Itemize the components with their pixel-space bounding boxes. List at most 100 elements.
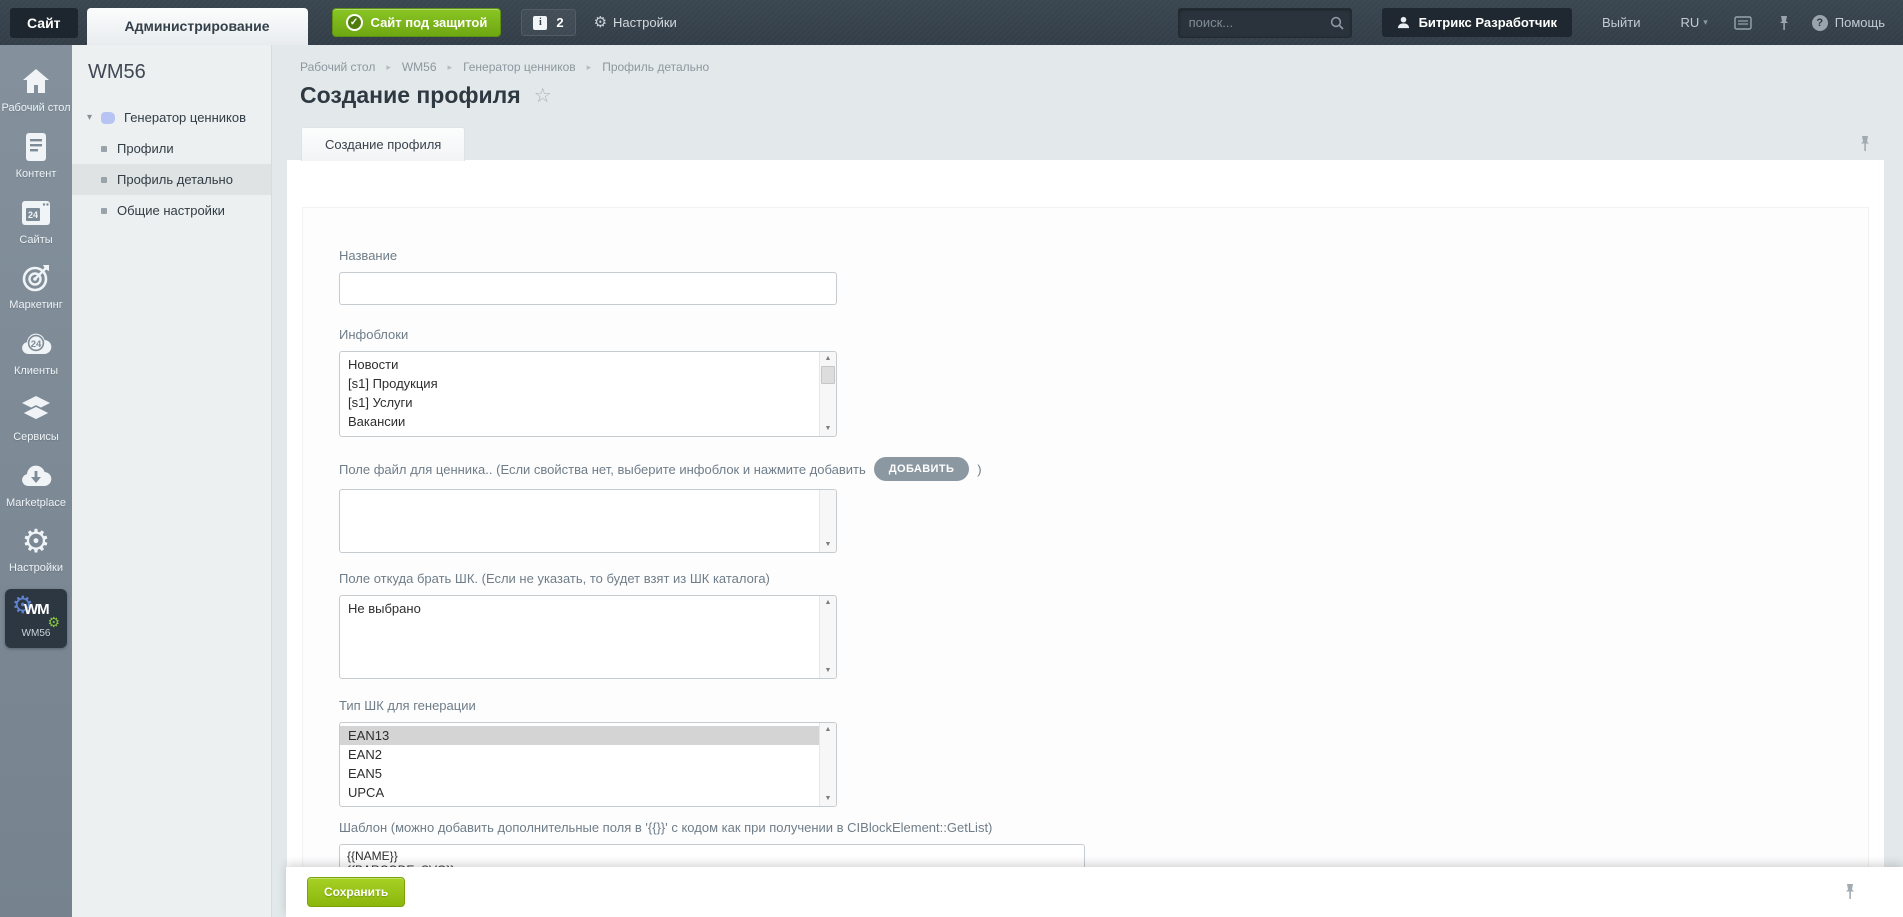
field-name: Название <box>339 248 1868 305</box>
language-switcher[interactable]: RU ▾ <box>1680 15 1707 30</box>
barcode-type-label: Тип ШК для генерации <box>339 698 476 713</box>
field-barcode-type: Тип ШК для генерации EAN13 EAN2 EAN5 UPC… <box>339 698 1868 807</box>
menu-item-profile-detail[interactable]: Профиль детально <box>72 164 271 195</box>
listbox-option[interactable]: UPCA <box>340 783 819 802</box>
scrollbar[interactable]: ▲ ▼ <box>819 596 836 678</box>
scrollbar[interactable]: ▲ ▼ <box>819 723 836 806</box>
name-input[interactable] <box>339 272 837 305</box>
breadcrumb-separator-icon: ▸ <box>386 61 391 72</box>
breadcrumb-separator-icon: ▸ <box>447 61 453 72</box>
browser-24-icon: 24 <box>21 195 51 231</box>
pin-interface-button[interactable] <box>1778 15 1790 31</box>
pin-icon <box>1861 136 1869 151</box>
cloud-24-icon: 24 <box>20 326 52 362</box>
sidebar-item-wm56[interactable]: ⚙ WM ⚙ WM56 <box>5 589 67 648</box>
add-button[interactable]: ДОБАВИТЬ <box>873 457 970 481</box>
scrollbar[interactable]: ▼ <box>819 490 836 552</box>
pin-footer-button[interactable] <box>1844 883 1856 900</box>
listbox-option[interactable]: [s1] Услуги <box>340 393 819 412</box>
breadcrumb-price-generator[interactable]: Генератор ценников <box>463 60 576 74</box>
listbox-option[interactable]: EAN5 <box>340 764 819 783</box>
breadcrumb-desktop[interactable]: Рабочий стол <box>300 60 375 74</box>
info-icon: i <box>533 15 548 30</box>
menu-group-price-generator[interactable]: ▾ Генератор ценников <box>72 102 271 133</box>
sidebar-item-marketing[interactable]: Маркетинг <box>0 260 72 313</box>
listbox-option[interactable]: EAN2 <box>340 745 819 764</box>
save-button[interactable]: Сохранить <box>307 877 406 907</box>
listbox-option[interactable]: Не выбрано <box>340 599 819 618</box>
scroll-down-icon[interactable]: ▼ <box>820 539 836 551</box>
page-title: Создание профиля <box>300 82 521 108</box>
svg-text:24: 24 <box>31 339 42 350</box>
favorite-star-icon[interactable]: ☆ <box>534 86 552 106</box>
module-menu: WM56 ▾ Генератор ценников Профили Профил… <box>72 45 272 917</box>
scroll-thumb[interactable] <box>821 366 835 384</box>
pin-settings-button[interactable] <box>1859 135 1871 152</box>
sidebar-item-settings[interactable]: ⚙ Настройки <box>0 523 72 576</box>
wm-module-icon: ⚙ WM ⚙ <box>12 592 60 630</box>
search-icon[interactable] <box>1330 16 1344 30</box>
breadcrumb: Рабочий стол ▸ WM56 ▸ Генератор ценников… <box>300 60 709 74</box>
scroll-down-icon[interactable]: ▼ <box>820 793 836 805</box>
sidebar-item-clients[interactable]: 24 Клиенты <box>0 326 72 379</box>
scroll-up-icon[interactable]: ▲ <box>820 353 836 365</box>
sidebar-item-services[interactable]: Сервисы <box>0 392 72 445</box>
topbar-settings-button[interactable]: ⚙ Настройки <box>594 15 677 30</box>
user-icon <box>1397 16 1409 29</box>
scroll-down-icon[interactable]: ▼ <box>820 665 836 677</box>
pin-icon <box>1779 15 1788 30</box>
site-tab[interactable]: Сайт <box>10 7 78 38</box>
menu-item-profiles[interactable]: Профили <box>72 133 271 164</box>
infoblocks-label: Инфоблоки <box>339 327 409 342</box>
sidebar-item-marketplace[interactable]: Marketplace <box>0 458 72 511</box>
menu-item-general-settings[interactable]: Общие настройки <box>72 195 271 226</box>
user-menu-button[interactable]: Битрикс Разработчик <box>1381 8 1572 37</box>
notifications-badge[interactable]: i 2 <box>521 9 576 36</box>
topbar-search <box>1177 7 1352 38</box>
scroll-up-icon[interactable]: ▲ <box>820 597 836 609</box>
topbar: Сайт Администрирование ✓ Сайт под защито… <box>0 0 1903 45</box>
listbox-option[interactable]: Новости <box>340 355 819 374</box>
tab-create-profile[interactable]: Создание профиля <box>301 127 466 161</box>
sidebar-item-desktop[interactable]: Рабочий стол <box>0 63 72 116</box>
barcode-source-listbox[interactable]: Не выбрано ▲ ▼ <box>339 595 837 679</box>
field-file-property: Поле файл для ценника.. (Если свойства н… <box>339 457 1868 553</box>
chevron-down-icon: ▾ <box>1703 17 1708 27</box>
cloud-download-icon <box>20 458 52 494</box>
form-panel: Название Инфоблоки Новости [s1] Продукци… <box>302 207 1869 917</box>
logout-link[interactable]: Выйти <box>1602 15 1641 30</box>
sidebar-item-content[interactable]: Контент <box>0 129 72 182</box>
content-area: Название Инфоблоки Новости [s1] Продукци… <box>286 159 1885 917</box>
infoblocks-listbox[interactable]: Новости [s1] Продукция [s1] Услуги Вакан… <box>339 351 837 437</box>
home-icon <box>21 63 51 99</box>
scroll-up-icon[interactable]: ▲ <box>820 724 836 736</box>
footer-bar: Сохранить <box>286 867 1903 917</box>
listbox-option[interactable]: Вакансии <box>340 412 819 431</box>
notification-count: 2 <box>556 15 564 30</box>
barcode-type-listbox[interactable]: EAN13 EAN2 EAN5 UPCA ▲ ▼ <box>339 722 837 807</box>
gear-icon: ⚙ <box>21 523 51 560</box>
scrollbar[interactable]: ▲ ▼ <box>819 352 836 436</box>
main-area: Рабочий стол ▸ WM56 ▸ Генератор ценников… <box>272 45 1903 917</box>
site-protected-button[interactable]: ✓ Сайт под защитой <box>331 8 502 37</box>
pin-icon <box>1846 884 1854 899</box>
hotkeys-button[interactable] <box>1734 15 1752 30</box>
layers-icon <box>20 392 52 428</box>
file-property-listbox[interactable]: ▼ <box>339 489 837 553</box>
page-title-row: Создание профиля ☆ <box>300 82 552 109</box>
listbox-option-selected[interactable]: EAN13 <box>340 726 819 745</box>
help-button[interactable]: ? Помощь <box>1811 14 1885 31</box>
sidebar-item-sites[interactable]: 24 Сайты <box>0 195 72 248</box>
administration-tab[interactable]: Администрирование <box>86 8 308 45</box>
barcode-source-label: Поле откуда брать ШК. (Если не указать, … <box>339 571 770 586</box>
gear-icon: ⚙ <box>593 14 608 31</box>
scroll-down-icon[interactable]: ▼ <box>820 423 836 435</box>
listbox-option[interactable]: [s1] Продукция <box>340 374 819 393</box>
breadcrumb-wm56[interactable]: WM56 <box>402 60 437 74</box>
name-label: Название <box>339 248 398 263</box>
keyboard-icon <box>1734 15 1752 30</box>
search-input[interactable] <box>1177 7 1352 38</box>
question-icon: ? <box>1811 14 1828 31</box>
bullet-icon <box>101 146 107 152</box>
file-property-label-row: Поле файл для ценника.. (Если свойства н… <box>339 457 1868 481</box>
